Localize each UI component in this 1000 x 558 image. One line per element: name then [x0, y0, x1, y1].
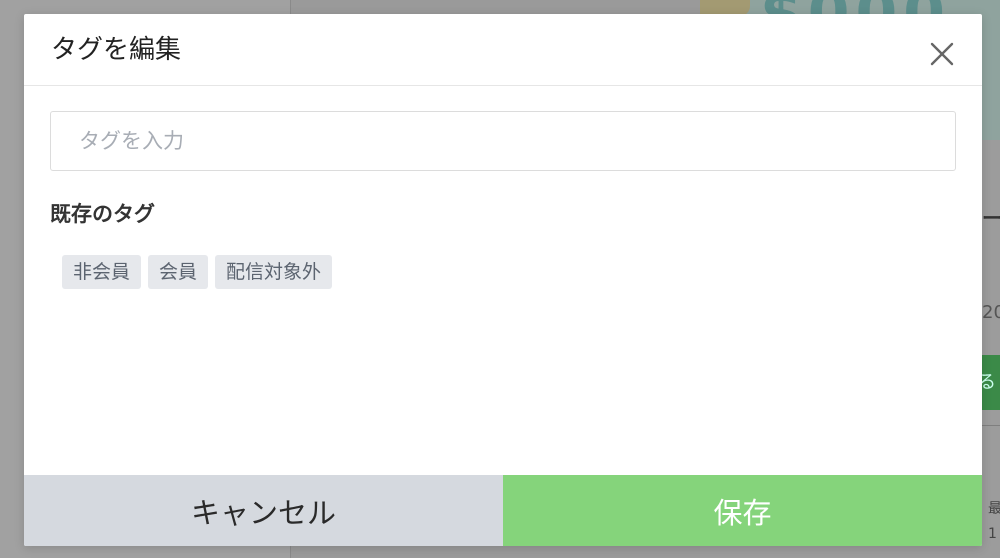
- modal-footer: キャンセル 保存: [24, 475, 982, 546]
- tag-chip[interactable]: 会員: [148, 255, 209, 289]
- background-divider: [980, 425, 1000, 426]
- tag-chip[interactable]: 配信対象外: [215, 255, 333, 289]
- modal-body: 既存のタグ 非会員 会員 配信対象外: [50, 111, 956, 289]
- background-text-fragment: 1: [988, 526, 997, 542]
- cancel-button[interactable]: キャンセル: [24, 475, 503, 546]
- edit-tags-modal: タグを編集 既存のタグ 非会員 会員 配信対象外 キャンセル 保存: [24, 14, 982, 546]
- background-text-fragment: 20: [982, 302, 1000, 323]
- background-heading-fragment: ー: [982, 206, 1000, 230]
- existing-tags-heading: 既存のタグ: [50, 202, 155, 226]
- modal-title: タグを編集: [51, 35, 182, 65]
- existing-tags-list: 非会員 会員 配信対象外: [50, 255, 956, 289]
- tag-input[interactable]: [50, 111, 956, 171]
- modal-header: タグを編集: [24, 14, 982, 86]
- background-text-fragment: 最: [988, 501, 1000, 517]
- tag-chip[interactable]: 非会員: [62, 255, 142, 289]
- close-button[interactable]: [928, 40, 956, 68]
- close-icon: [930, 42, 954, 66]
- save-button[interactable]: 保存: [503, 475, 982, 546]
